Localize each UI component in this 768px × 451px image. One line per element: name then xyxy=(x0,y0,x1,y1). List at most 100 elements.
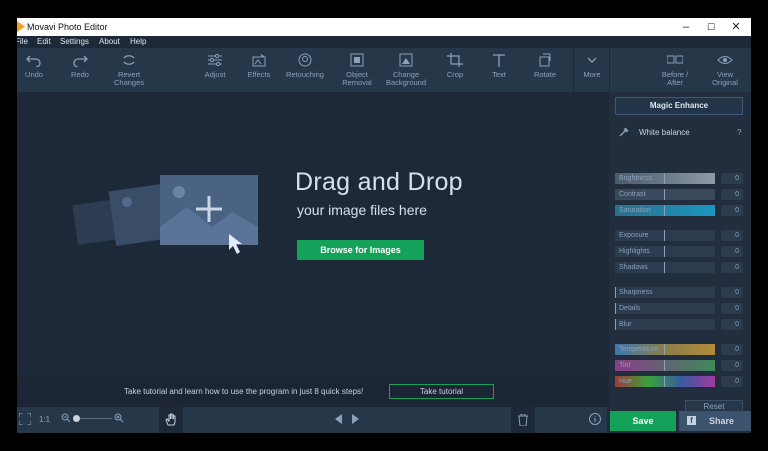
shadows-value[interactable]: 0 xyxy=(721,262,743,273)
adjust-panel: Magic Enhance White balance ? Brightness… xyxy=(609,92,751,433)
crop-button[interactable]: Crop xyxy=(439,48,471,92)
contrast-slider-handle[interactable] xyxy=(664,189,665,200)
change-background-icon xyxy=(398,53,414,67)
sharpness-slider[interactable]: Sharpness xyxy=(615,287,715,298)
brightness-value[interactable]: 0 xyxy=(721,173,743,184)
hue-value[interactable]: 0 xyxy=(721,376,743,387)
more-button[interactable]: More xyxy=(577,48,607,92)
zoom-slider-handle[interactable] xyxy=(73,415,80,422)
eyedropper-icon[interactable] xyxy=(619,127,629,139)
magic-enhance-button[interactable]: Magic Enhance xyxy=(615,97,743,115)
title-bar: Movavi Photo Editor – ☐ ✕ xyxy=(17,18,751,36)
shadows-slider-handle[interactable] xyxy=(664,262,665,273)
white-balance-label: White balance xyxy=(639,128,690,137)
actual-size-button[interactable]: 1:1 xyxy=(39,415,50,424)
menu-help[interactable]: Help xyxy=(130,37,146,46)
rotate-label: Rotate xyxy=(533,70,557,79)
effects-button[interactable]: Effects xyxy=(243,48,275,92)
undo-button[interactable]: Undo xyxy=(21,48,47,92)
effects-icon xyxy=(251,53,267,67)
brightness-slider[interactable]: Brightness xyxy=(615,173,715,184)
hand-tool-button[interactable] xyxy=(159,407,183,433)
help-icon[interactable]: ? xyxy=(737,128,741,137)
details-value[interactable]: 0 xyxy=(721,303,743,314)
contrast-value[interactable]: 0 xyxy=(721,189,743,200)
sharpness-label: Sharpness xyxy=(619,289,653,296)
exposure-slider-handle[interactable] xyxy=(664,230,665,241)
saturation-value[interactable]: 0 xyxy=(721,205,743,216)
app-window: Movavi Photo Editor – ☐ ✕ File Edit Sett… xyxy=(17,18,751,433)
chevron-down-icon xyxy=(584,53,600,67)
retouching-button[interactable]: Retouching xyxy=(283,48,327,92)
browse-for-images-button[interactable]: Browse for Images xyxy=(297,240,424,260)
menu-file[interactable]: File xyxy=(17,37,28,46)
revert-changes-button[interactable]: Revert Changes xyxy=(109,48,149,92)
hue-slider[interactable]: Hue xyxy=(615,376,715,387)
tint-value[interactable]: 0 xyxy=(721,360,743,371)
drop-zone[interactable]: Drag and Drop your image files here Brow… xyxy=(17,92,607,377)
white-balance-row: White balance ? xyxy=(615,127,745,141)
redo-button[interactable]: Redo xyxy=(67,48,93,92)
close-button[interactable]: ✕ xyxy=(721,18,751,36)
saturation-slider[interactable]: Saturation xyxy=(615,205,715,216)
change-background-button[interactable]: Change Background xyxy=(381,48,431,92)
menu-bar: File Edit Settings About Help xyxy=(17,36,751,48)
text-button[interactable]: Text xyxy=(483,48,515,92)
highlights-label: Highlights xyxy=(619,248,650,255)
fit-to-screen-icon[interactable] xyxy=(18,412,32,427)
rotate-icon xyxy=(537,53,553,67)
highlights-value[interactable]: 0 xyxy=(721,246,743,257)
previous-image-icon[interactable] xyxy=(335,414,342,424)
tint-slider-handle[interactable] xyxy=(664,360,665,371)
blur-slider[interactable]: Blur xyxy=(615,319,715,330)
adjust-button[interactable]: Adjust xyxy=(199,48,231,92)
zoom-out-icon[interactable] xyxy=(61,413,71,425)
toolbar: Undo Redo Revert Changes Adjust Effects … xyxy=(17,48,751,92)
menu-edit[interactable]: Edit xyxy=(37,37,51,46)
crop-label: Crop xyxy=(446,70,464,79)
shadows-slider[interactable]: Shadows xyxy=(615,262,715,273)
next-image-icon[interactable] xyxy=(352,414,359,424)
saturation-label: Saturation xyxy=(619,207,651,214)
status-bar: 1:1 xyxy=(17,407,607,433)
tutorial-text: Take tutorial and learn how to use the p… xyxy=(124,387,364,396)
exposure-value[interactable]: 0 xyxy=(721,230,743,241)
zoom-in-icon[interactable] xyxy=(114,413,124,425)
temperature-slider[interactable]: Temperature xyxy=(615,344,715,355)
eye-icon xyxy=(717,53,733,67)
save-button[interactable]: Save xyxy=(610,411,676,431)
hue-slider-handle[interactable] xyxy=(664,376,665,387)
sharpness-slider-handle[interactable] xyxy=(615,287,616,298)
highlights-slider[interactable]: Highlights xyxy=(615,246,715,257)
contrast-slider[interactable]: Contrast xyxy=(615,189,715,200)
take-tutorial-button[interactable]: Take tutorial xyxy=(389,384,494,399)
retouching-icon xyxy=(297,53,313,67)
sharpness-value[interactable]: 0 xyxy=(721,287,743,298)
tint-slider[interactable]: Tint xyxy=(615,360,715,371)
revert-label-2: Changes xyxy=(113,78,145,87)
menu-settings[interactable]: Settings xyxy=(60,37,89,46)
saturation-slider-handle[interactable] xyxy=(664,205,665,216)
before-after-icon xyxy=(666,53,684,67)
before-after-button[interactable]: Before / After xyxy=(653,48,697,92)
share-button[interactable]: f Share xyxy=(679,411,751,431)
rotate-button[interactable]: Rotate xyxy=(529,48,561,92)
details-slider-handle[interactable] xyxy=(615,303,616,314)
menu-about[interactable]: About xyxy=(99,37,120,46)
view-original-button[interactable]: View Original xyxy=(707,48,743,92)
temperature-slider-handle[interactable] xyxy=(664,344,665,355)
brightness-slider-handle[interactable] xyxy=(664,173,665,184)
info-icon[interactable] xyxy=(589,413,601,427)
blur-value[interactable]: 0 xyxy=(721,319,743,330)
blur-label: Blur xyxy=(619,321,632,328)
details-slider[interactable]: Details xyxy=(615,303,715,314)
temperature-value[interactable]: 0 xyxy=(721,344,743,355)
object-removal-button[interactable]: Object Removal xyxy=(337,48,377,92)
revert-icon xyxy=(121,53,137,67)
blur-slider-handle[interactable] xyxy=(615,319,616,330)
highlights-slider-handle[interactable] xyxy=(664,246,665,257)
hue-label: Hue xyxy=(619,378,632,385)
exposure-slider[interactable]: Exposure xyxy=(615,230,715,241)
delete-button[interactable] xyxy=(511,407,535,433)
redo-label: Redo xyxy=(71,70,89,79)
